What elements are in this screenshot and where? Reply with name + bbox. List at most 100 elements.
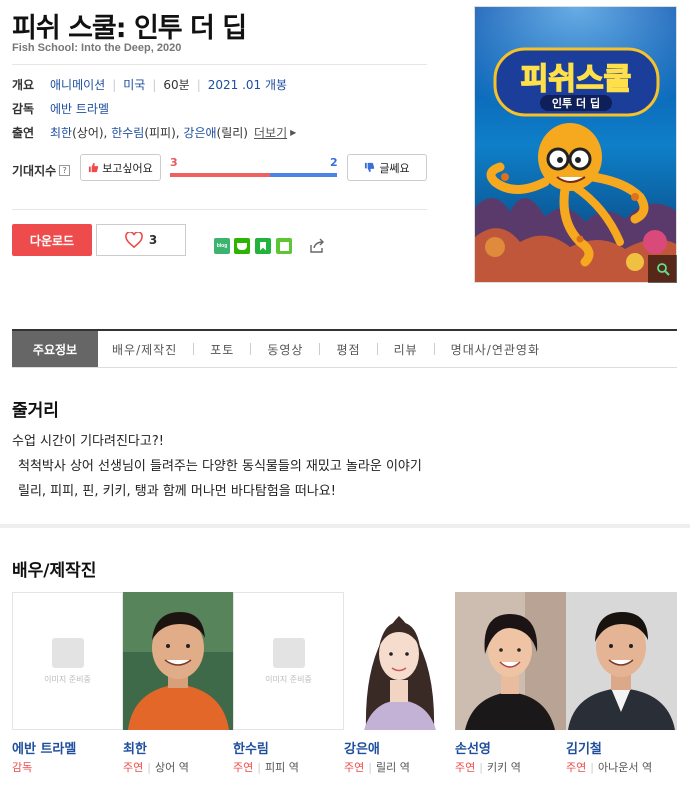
tab-quotes-related[interactable]: 명대사/연관영화: [451, 331, 540, 367]
cast-photo[interactable]: [344, 592, 455, 730]
cast-photo[interactable]: [566, 592, 677, 730]
separator: |: [112, 77, 117, 92]
share-icon[interactable]: [308, 237, 326, 255]
cast-name[interactable]: 강은애: [344, 738, 380, 757]
tab-photo[interactable]: 포토: [210, 331, 234, 367]
cafe-share-icon[interactable]: [234, 238, 250, 254]
comma: ,: [175, 125, 184, 140]
cast-role: 주연 | 아나운서 역: [566, 759, 652, 775]
actor-portrait: [344, 592, 455, 730]
director-label: 감독: [12, 102, 35, 116]
cast-row: 출연 최한 (상어), 한수림 (피피), 강은애 (릴리) 더보기 ▶: [12, 124, 296, 141]
cast-name[interactable]: 손선영: [455, 738, 491, 757]
overview-row: 개요 애니메이션 | 미국 | 60분 | 2021 .01 개봉: [12, 76, 287, 93]
cast-heading: 배우/제작진: [12, 561, 97, 581]
memo-share-icon[interactable]: [276, 238, 292, 254]
genre-link[interactable]: 애니메이션: [50, 76, 105, 93]
more-link[interactable]: 더보기: [254, 124, 287, 141]
actor-portrait: [123, 592, 234, 730]
movie-title: 피쉬 스쿨: 인투 더 딥: [12, 13, 247, 44]
director-link[interactable]: 에반 트라멜: [50, 100, 109, 117]
cast-character: 아나운서 역: [597, 761, 653, 774]
cast-role-type: 주연: [344, 761, 365, 774]
divider-line: [12, 64, 427, 65]
separator: |: [479, 761, 483, 774]
story-line: 릴리, 피피, 핀, 키키, 탱과 함께 머나먼 바다탐험을 떠나요!: [18, 484, 336, 499]
cast-role-1: (상어): [72, 126, 104, 140]
thumbs-down-icon: [365, 162, 375, 173]
zoom-icon[interactable]: [648, 255, 677, 283]
poster-subtitle-text: 인투 더 딥: [552, 96, 600, 110]
tab-main-info[interactable]: 주요정보: [12, 331, 98, 367]
thumbs-up-icon: [89, 162, 99, 173]
separator: |: [257, 761, 261, 774]
runtime: 60분: [163, 78, 190, 92]
story-line: 척척박사 상어 선생님이 들려주는 다양한 동식물들의 재밌고 놀라운 이야기: [18, 459, 422, 474]
cast-name[interactable]: 김기철: [566, 738, 602, 757]
like-count: 3: [148, 233, 158, 247]
separator: |: [147, 761, 151, 774]
cast-name[interactable]: 에반 트라멜: [12, 738, 76, 757]
separator: |: [152, 77, 157, 92]
cast-role: 주연 | 피피 역: [233, 759, 299, 775]
section-divider: [0, 524, 690, 528]
cast-role-type: 주연: [566, 761, 587, 774]
poster-title-text: 피쉬스쿨: [521, 62, 631, 97]
cast-role: 주연 | 키키 역: [455, 759, 521, 775]
separator: |: [196, 77, 201, 92]
cast-link-2[interactable]: 한수림: [111, 124, 144, 141]
download-button[interactable]: 다운로드: [12, 224, 92, 256]
cast-role: 주연 | 릴리 역: [344, 759, 410, 775]
placeholder-text: 이미지 준비중: [265, 674, 312, 684]
tab-rating[interactable]: 평점: [336, 331, 360, 367]
divider-line: [12, 209, 427, 210]
help-icon[interactable]: ?: [59, 165, 71, 176]
movie-poster[interactable]: 피쉬스쿨 인투 더 딥: [474, 6, 677, 283]
cast-name[interactable]: 최한: [123, 738, 147, 757]
actor-portrait: [566, 592, 677, 730]
bookmark-share-icon[interactable]: [255, 238, 271, 254]
tab-separator: [250, 343, 252, 355]
cast-role-type: 주연: [455, 761, 476, 774]
tab-review[interactable]: 리뷰: [394, 331, 418, 367]
want-count: 3: [170, 156, 178, 169]
cast-role-type: 주연: [233, 761, 254, 774]
nah-count: 2: [330, 156, 338, 169]
want-label: 보고싶어요: [102, 161, 153, 175]
want-to-see-button[interactable]: 보고싶어요: [80, 154, 161, 181]
cast-character: 키키 역: [486, 761, 521, 774]
cast-character: 상어 역: [154, 761, 189, 774]
cast-photo[interactable]: [123, 592, 234, 730]
image-placeholder-icon: [272, 637, 305, 668]
like-button[interactable]: 3: [96, 224, 186, 256]
cast-photo-placeholder[interactable]: 이미지 준비중: [233, 592, 344, 730]
cast-name[interactable]: 한수림: [233, 738, 269, 757]
poster-illustration: 피쉬스쿨 인투 더 딥: [475, 7, 676, 282]
cast-label: 출연: [12, 126, 35, 140]
actor-portrait: [455, 592, 566, 730]
cast-role-type: 주연: [123, 761, 144, 774]
tab-video[interactable]: 동영상: [267, 331, 303, 367]
tab-separator: [319, 343, 321, 355]
nah-label: 글쎄요: [379, 161, 410, 175]
separator: |: [590, 761, 594, 774]
not-sure-button[interactable]: 글쎄요: [347, 154, 427, 181]
movie-subtitle: Fish School: Into the Deep, 2020: [12, 42, 182, 54]
comma: ,: [103, 125, 112, 140]
release-date[interactable]: 2021 .01 개봉: [208, 76, 287, 93]
tab-cast-crew[interactable]: 배우/제작진: [112, 331, 177, 367]
expectation-label: 기대지수 ?: [12, 162, 71, 179]
cast-role: 주연 | 상어 역: [123, 759, 189, 775]
cast-role-type: 감독: [12, 761, 33, 774]
country-link[interactable]: 미국: [123, 76, 145, 93]
blog-share-icon[interactable]: blog: [214, 238, 230, 254]
cast-character: 피피 역: [264, 761, 299, 774]
heart-icon: [124, 232, 143, 248]
cast-photo-placeholder[interactable]: 이미지 준비중: [12, 592, 123, 730]
cast-photo[interactable]: [455, 592, 566, 730]
cast-role: 감독: [12, 759, 32, 775]
image-placeholder-icon: [51, 637, 84, 668]
cast-role-3: (릴리): [216, 126, 248, 140]
cast-link-3[interactable]: 강은애: [183, 124, 216, 141]
cast-link-1[interactable]: 최한: [50, 124, 72, 141]
